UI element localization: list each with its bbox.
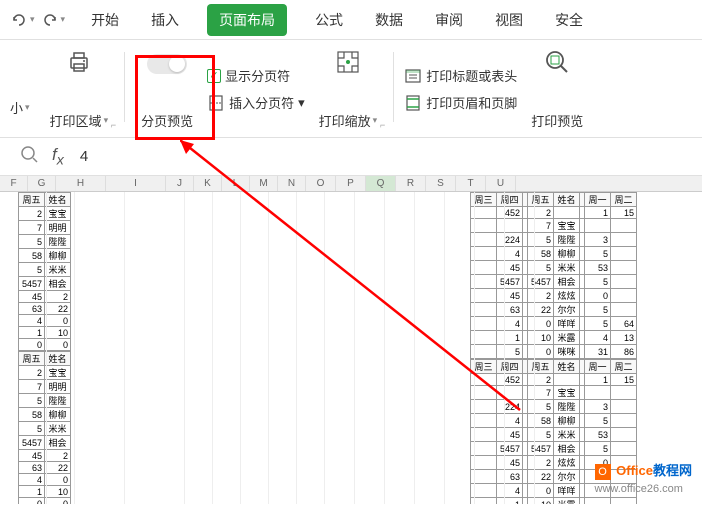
fx-icon[interactable]: fx bbox=[52, 145, 64, 168]
print-header-footer-button[interactable]: 打印页眉和页脚 bbox=[404, 93, 517, 112]
dialog-launcher-icon[interactable]: ⌐ bbox=[111, 120, 116, 130]
col-header-J[interactable]: J bbox=[166, 176, 194, 191]
col-header-I[interactable]: I bbox=[106, 176, 166, 191]
print-scale-label: 打印缩放 bbox=[319, 111, 371, 130]
insert-page-break-icon bbox=[207, 94, 225, 112]
menu-tab-1[interactable]: 插入 bbox=[147, 4, 183, 36]
dialog-launcher-icon[interactable]: ⌐ bbox=[380, 120, 385, 130]
redo-icon bbox=[41, 11, 59, 29]
search-icon[interactable] bbox=[20, 145, 40, 168]
insert-page-break-button[interactable]: 插入分页符 ▾ bbox=[207, 93, 305, 112]
table-block[interactable]: 周五姓名2宝宝7明明5陛陛58柳柳5米米5457相会45263224011000 bbox=[18, 192, 71, 351]
table-block[interactable]: 周三周四周五姓名周一周二45221157宝宝2245陛陛3458柳柳5455米米… bbox=[470, 192, 637, 359]
chevron-down-icon: ▾ bbox=[298, 95, 305, 111]
col-header-M[interactable]: M bbox=[250, 176, 278, 191]
col-header-T[interactable]: T bbox=[456, 176, 486, 191]
ribbon-group-page-breaks: ✓ 显示分页符 插入分页符 ▾ bbox=[207, 48, 305, 130]
formula-input[interactable]: 4 bbox=[76, 144, 682, 169]
ribbon-group-shrink[interactable]: 小▾ bbox=[4, 48, 36, 130]
menu-tab-2[interactable]: 页面布局 bbox=[207, 4, 287, 36]
page-preview-toggle[interactable] bbox=[147, 54, 187, 74]
undo-redo-group: ▾ ▾ bbox=[8, 9, 67, 31]
col-header-Q[interactable]: Q bbox=[366, 176, 396, 191]
menu-tabs: 开始插入页面布局公式数据审阅视图安全 bbox=[87, 4, 587, 36]
show-page-break-label: 显示分页符 bbox=[225, 66, 290, 85]
col-header-H[interactable]: H bbox=[56, 176, 106, 191]
menu-tab-5[interactable]: 审阅 bbox=[431, 4, 467, 36]
chevron-down-icon: ▾ bbox=[61, 14, 66, 25]
ribbon-group-print-area[interactable]: 打印区域▾ ⌐ bbox=[44, 48, 115, 130]
column-headers: FGHIJKLMNOPQRSTU bbox=[0, 176, 702, 192]
show-page-break-button[interactable]: ✓ 显示分页符 bbox=[207, 66, 305, 85]
print-title-button[interactable]: 打印标题或表头 bbox=[404, 66, 517, 85]
col-header-K[interactable]: K bbox=[194, 176, 222, 191]
menu-tab-4[interactable]: 数据 bbox=[371, 4, 407, 36]
print-preview-label: 打印预览 bbox=[531, 111, 583, 130]
chevron-down-icon: ▾ bbox=[25, 102, 30, 113]
menu-tab-3[interactable]: 公式 bbox=[311, 4, 347, 36]
ribbon-group-page-preview[interactable]: 分页预览 bbox=[135, 48, 199, 130]
col-header-F[interactable]: F bbox=[0, 176, 28, 191]
watermark: O Office教程网 www.office26.com bbox=[595, 460, 692, 495]
col-header-U[interactable]: U bbox=[486, 176, 516, 191]
col-header-O[interactable]: O bbox=[306, 176, 336, 191]
col-header-N[interactable]: N bbox=[278, 176, 306, 191]
print-header-footer-label: 打印页眉和页脚 bbox=[426, 93, 517, 112]
print-scale-icon bbox=[334, 48, 362, 76]
redo-button[interactable]: ▾ bbox=[39, 9, 68, 31]
ribbon-group-print-titles: 打印标题或表头 打印页眉和页脚 bbox=[404, 48, 517, 130]
col-header-R[interactable]: R bbox=[396, 176, 426, 191]
print-title-label: 打印标题或表头 bbox=[426, 66, 517, 85]
page-preview-label: 分页预览 bbox=[141, 111, 193, 130]
undo-icon bbox=[10, 11, 28, 29]
printer-icon bbox=[65, 48, 93, 76]
shrink-label: 小 bbox=[10, 98, 23, 117]
checkbox-checked-icon: ✓ bbox=[207, 69, 221, 83]
chevron-down-icon: ▾ bbox=[373, 115, 378, 126]
watermark-brand2: 教程网 bbox=[653, 463, 692, 478]
menubar: ▾ ▾ 开始插入页面布局公式数据审阅视图安全 bbox=[0, 0, 702, 40]
sheet-area: FGHIJKLMNOPQRSTU 周五姓名2宝宝7明明5陛陛58柳柳5米米545… bbox=[0, 176, 702, 504]
menu-tab-0[interactable]: 开始 bbox=[87, 4, 123, 36]
watermark-icon: O bbox=[595, 464, 611, 480]
grid-right-block[interactable]: 周三周四周五姓名周一周二45221157宝宝2245陛陛3458柳柳5455米米… bbox=[470, 192, 637, 504]
menu-tab-6[interactable]: 视图 bbox=[491, 4, 527, 36]
menu-tab-7[interactable]: 安全 bbox=[551, 4, 587, 36]
col-header-G[interactable]: G bbox=[28, 176, 56, 191]
insert-page-break-label: 插入分页符 bbox=[229, 93, 294, 112]
ribbon-group-print-preview[interactable]: 打印预览 bbox=[525, 48, 589, 130]
ribbon-group-print-scale[interactable]: 打印缩放▾ ⌐ bbox=[313, 48, 384, 130]
chevron-down-icon: ▾ bbox=[104, 115, 109, 126]
col-header-L[interactable]: L bbox=[222, 176, 250, 191]
print-header-footer-icon bbox=[404, 94, 422, 112]
magnifier-icon bbox=[543, 48, 571, 76]
watermark-brand1: Office bbox=[616, 463, 653, 478]
chevron-down-icon: ▾ bbox=[30, 14, 35, 25]
watermark-url: www.office26.com bbox=[595, 483, 683, 495]
ribbon: 小▾ 打印区域▾ ⌐ 分页预览 ✓ 显示分页符 插入分页符 ▾ 打印缩放▾ ⌐ bbox=[0, 40, 702, 138]
undo-button[interactable]: ▾ bbox=[8, 9, 37, 31]
col-header-S[interactable]: S bbox=[426, 176, 456, 191]
print-area-label: 打印区域 bbox=[50, 111, 102, 130]
divider bbox=[393, 52, 394, 122]
formula-bar: fx 4 bbox=[0, 138, 702, 176]
table-block[interactable]: 周五姓名2宝宝7明明5陛陛58柳柳5米米5457相会45263224011000 bbox=[18, 351, 71, 504]
print-title-icon bbox=[404, 67, 422, 85]
divider bbox=[124, 52, 125, 122]
col-header-P[interactable]: P bbox=[336, 176, 366, 191]
